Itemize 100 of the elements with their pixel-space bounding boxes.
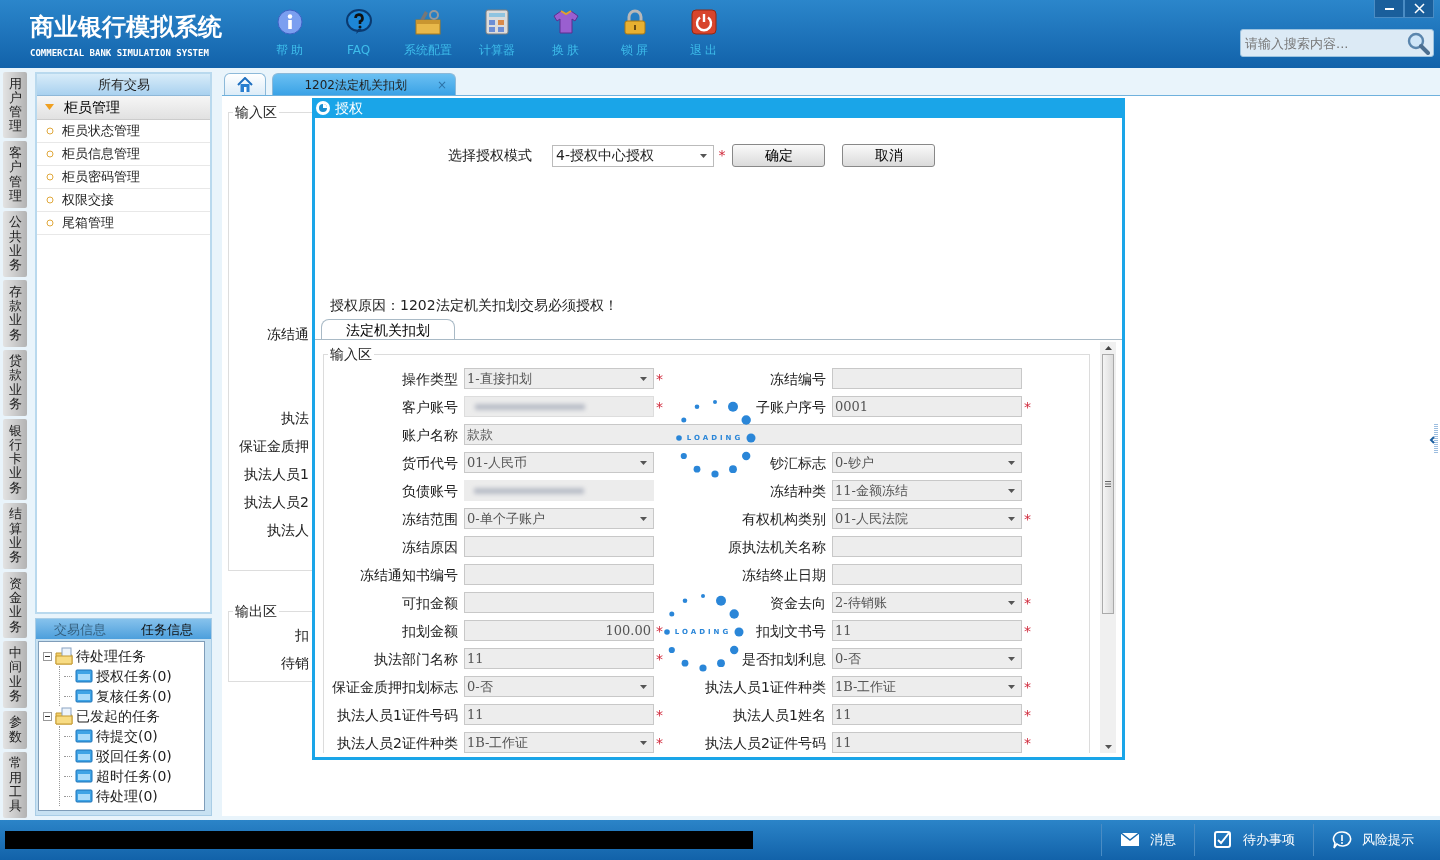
tree-node[interactable]: 驳回任务(0) xyxy=(96,746,172,766)
dialog-button[interactable]: 取消 xyxy=(842,144,935,167)
folder-icon xyxy=(55,647,73,665)
text-field[interactable] xyxy=(832,368,1022,389)
text-field[interactable] xyxy=(832,536,1022,557)
folder-icon xyxy=(55,707,73,725)
page-tab[interactable]: 1202法定机关扣划 × xyxy=(272,73,456,95)
field-label: 冻结通 xyxy=(267,325,309,344)
field-label: 执法人员2证件种类 xyxy=(337,734,459,753)
side-tab[interactable]: 存款业务 xyxy=(3,280,27,347)
required-mark: * xyxy=(655,734,664,753)
menu-item[interactable]: 权限交接 xyxy=(37,189,210,212)
dropdown-field[interactable]: 11-金额冻结 xyxy=(832,480,1022,501)
text-field[interactable] xyxy=(832,564,1022,585)
required-mark: * xyxy=(1023,734,1032,753)
side-tab[interactable]: 用户管理 xyxy=(3,72,27,139)
collapse-icon[interactable] xyxy=(43,651,52,661)
field-label: 执法人员2 xyxy=(244,493,309,512)
menu-item[interactable]: 柜员信息管理 xyxy=(37,143,210,166)
panel-header: 所有交易 xyxy=(37,74,210,96)
text-field[interactable] xyxy=(464,480,654,501)
status-button[interactable]: 待办事项 xyxy=(1194,824,1313,856)
side-tab[interactable]: 银行卡业务 xyxy=(3,418,27,500)
status-button[interactable]: 消息 xyxy=(1101,824,1194,856)
chevron-left-icon xyxy=(1428,424,1438,454)
text-field[interactable]: 0001 xyxy=(832,396,1022,417)
collapse-handle[interactable] xyxy=(1428,424,1438,454)
field-label: 子账户序号 xyxy=(756,398,827,417)
auth-mode-dropdown[interactable]: 4-授权中心授权 xyxy=(552,144,714,167)
bullet-icon xyxy=(46,173,54,181)
dialog-button[interactable]: 确定 xyxy=(732,144,825,167)
dropdown-field[interactable]: 01-人民法院 xyxy=(832,508,1022,529)
text-field[interactable]: 11 xyxy=(464,648,654,669)
side-tab[interactable]: 参数 xyxy=(3,710,27,749)
menu-group[interactable]: 柜员管理 xyxy=(37,96,210,120)
dropdown-field[interactable]: 1-直接扣划 xyxy=(464,368,654,389)
field-label: 冻结终止日期 xyxy=(742,566,827,585)
dropdown-field[interactable]: 0-否 xyxy=(832,648,1022,669)
tree-node[interactable]: 复核任务(0) xyxy=(96,686,172,706)
text-field[interactable] xyxy=(464,396,654,417)
search-field[interactable]: 请输入搜索内容... xyxy=(1240,29,1434,57)
field-label: 选择授权模式 xyxy=(448,146,532,165)
home-tab[interactable] xyxy=(224,73,266,95)
dropdown-field[interactable]: 0-钞户 xyxy=(832,452,1022,473)
text-field[interactable]: 11 xyxy=(464,704,654,725)
panel-tab[interactable]: 任务信息 xyxy=(123,619,211,639)
padlock-icon xyxy=(621,9,648,35)
dropdown-field[interactable]: 1B-工作证 xyxy=(832,676,1022,697)
dropdown-field[interactable]: 0-否 xyxy=(464,676,654,697)
side-tab[interactable]: 资金业务 xyxy=(3,572,27,639)
dropdown-field[interactable]: 1B-工作证 xyxy=(464,732,654,753)
field-label: 客户账号 xyxy=(402,398,459,417)
tree-node[interactable]: 已发起的任务 xyxy=(76,706,160,726)
status-button[interactable]: 风险提示 xyxy=(1313,824,1432,856)
collapse-icon[interactable] xyxy=(43,711,52,721)
field-label: 账户名称 xyxy=(402,426,459,445)
tree-node[interactable]: 待提交(0) xyxy=(96,726,158,746)
required-mark: * xyxy=(655,650,664,669)
tree-node[interactable]: 待处理任务 xyxy=(76,646,146,666)
tree-node[interactable]: 超时任务(0) xyxy=(96,766,172,786)
tree-node[interactable]: 待处理(0) xyxy=(96,786,158,806)
required-mark: * xyxy=(1023,622,1032,641)
close-button[interactable] xyxy=(1404,0,1434,18)
minimize-button[interactable] xyxy=(1374,0,1404,18)
tree-node[interactable]: 授权任务(0) xyxy=(96,666,172,686)
field-label: 资金去向 xyxy=(770,594,827,613)
text-field[interactable]: 11 xyxy=(832,620,1022,641)
text-field[interactable]: 11 xyxy=(832,704,1022,725)
shirt-icon xyxy=(552,9,579,35)
required-mark: * xyxy=(655,370,664,389)
caret-icon xyxy=(1008,656,1015,661)
field-label: 执法 xyxy=(281,409,309,428)
side-tab[interactable]: 客户管理 xyxy=(3,141,27,208)
side-tab[interactable]: 常用工具 xyxy=(3,751,27,818)
field-label: 有权机构类别 xyxy=(742,510,827,529)
dropdown-field[interactable]: 01-人民币 xyxy=(464,452,654,473)
auth-reason: 授权原因：1202法定机关扣划交易必须授权！ xyxy=(330,296,619,315)
side-tab[interactable]: 公共业务 xyxy=(3,210,27,278)
dropdown-field[interactable]: 0-单个子账户 xyxy=(464,508,654,529)
text-field[interactable] xyxy=(464,564,654,585)
text-field[interactable] xyxy=(464,592,654,613)
menu-item[interactable]: 柜员密码管理 xyxy=(37,166,210,189)
field-label: 冻结范围 xyxy=(402,510,459,529)
caret-icon xyxy=(640,376,647,381)
folder-icon xyxy=(75,788,93,804)
caret-icon xyxy=(700,153,707,158)
caret-icon xyxy=(1008,460,1015,465)
text-field[interactable] xyxy=(464,536,654,557)
dropdown-field[interactable]: 2-待销账 xyxy=(832,592,1022,613)
scrollbar[interactable] xyxy=(1100,342,1116,753)
side-tab[interactable]: 贷款业务 xyxy=(3,349,27,416)
form-tab[interactable]: 法定机关扣划 xyxy=(321,319,455,339)
menu-item[interactable]: 尾箱管理 xyxy=(37,212,210,235)
side-tab[interactable]: 中间业务 xyxy=(3,641,27,708)
folder-icon xyxy=(75,688,93,704)
text-field[interactable]: 11 xyxy=(832,732,1022,753)
side-tab[interactable]: 结算业务 xyxy=(3,502,27,570)
text-field[interactable]: 100.00 xyxy=(464,620,654,641)
menu-item[interactable]: 柜员状态管理 xyxy=(37,120,210,143)
required-mark: * xyxy=(655,622,664,641)
